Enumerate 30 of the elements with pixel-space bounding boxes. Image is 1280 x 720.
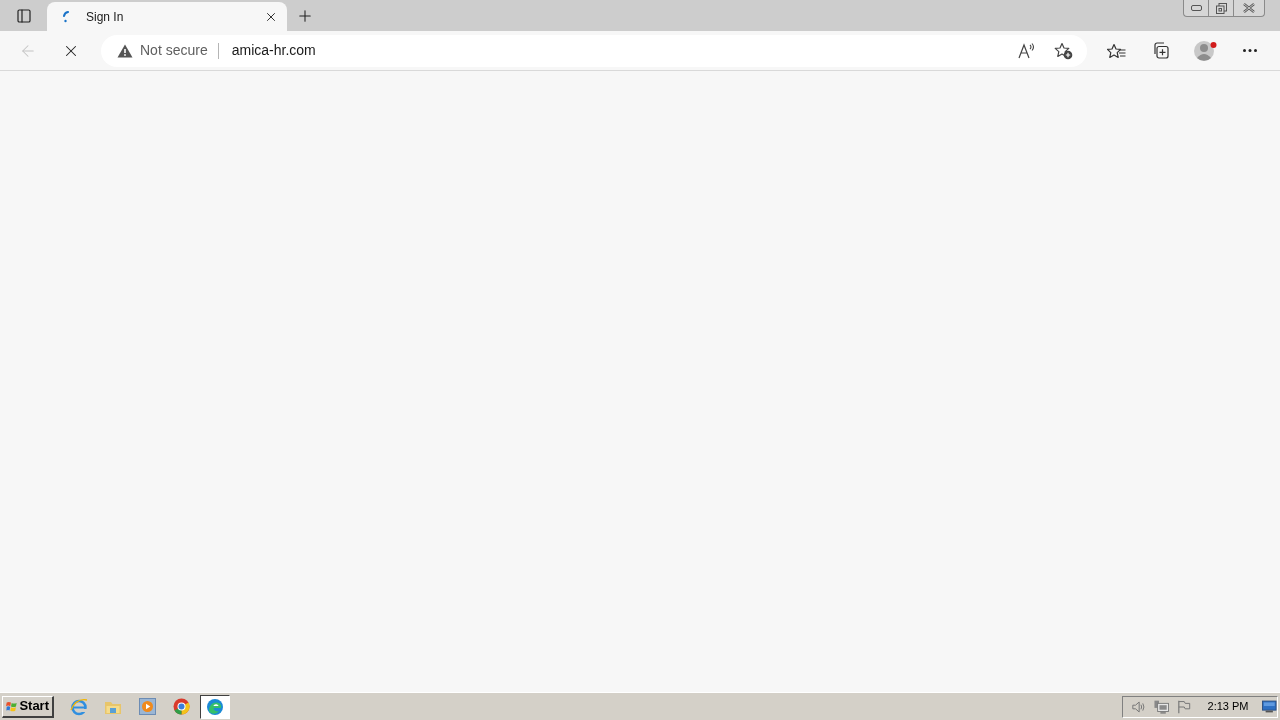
network-icon[interactable] (1153, 698, 1169, 715)
tab-title: Sign In (86, 8, 125, 26)
star-plus-icon (1053, 41, 1073, 60)
more-icon (1243, 49, 1257, 52)
restore-icon (1215, 2, 1227, 14)
tricolor-circle-icon (172, 698, 190, 715)
monitor-icon[interactable] (1262, 700, 1277, 713)
browser-tab[interactable]: Sign In (47, 2, 287, 31)
wave-logo-icon (206, 697, 224, 716)
address-bar[interactable]: Not secure amica-hr.com (101, 34, 1087, 67)
restore-button[interactable] (1208, 0, 1233, 17)
warning-icon (117, 43, 133, 58)
avatar-icon (1194, 39, 1218, 62)
minimize-button[interactable] (1183, 0, 1208, 17)
read-aloud-icon (1018, 42, 1036, 59)
tab-actions-icon (16, 7, 32, 24)
close-icon (1243, 3, 1255, 13)
clock-text: 2:13 PM (1207, 699, 1249, 715)
site-info-button[interactable]: Not secure (117, 36, 208, 65)
start-button[interactable]: Start (2, 695, 54, 718)
taskbar-app-button[interactable] (200, 694, 230, 719)
e-globe-icon (70, 697, 88, 716)
collections-icon (1151, 42, 1169, 59)
minimize-icon (1190, 5, 1202, 11)
play-icon (138, 698, 156, 715)
star-list-icon (1106, 42, 1126, 59)
close-window-button[interactable] (1233, 0, 1265, 17)
flag-icon[interactable] (1176, 698, 1191, 715)
url-text: amica-hr.com (231, 41, 317, 60)
speaker-icon[interactable] (1131, 698, 1146, 715)
